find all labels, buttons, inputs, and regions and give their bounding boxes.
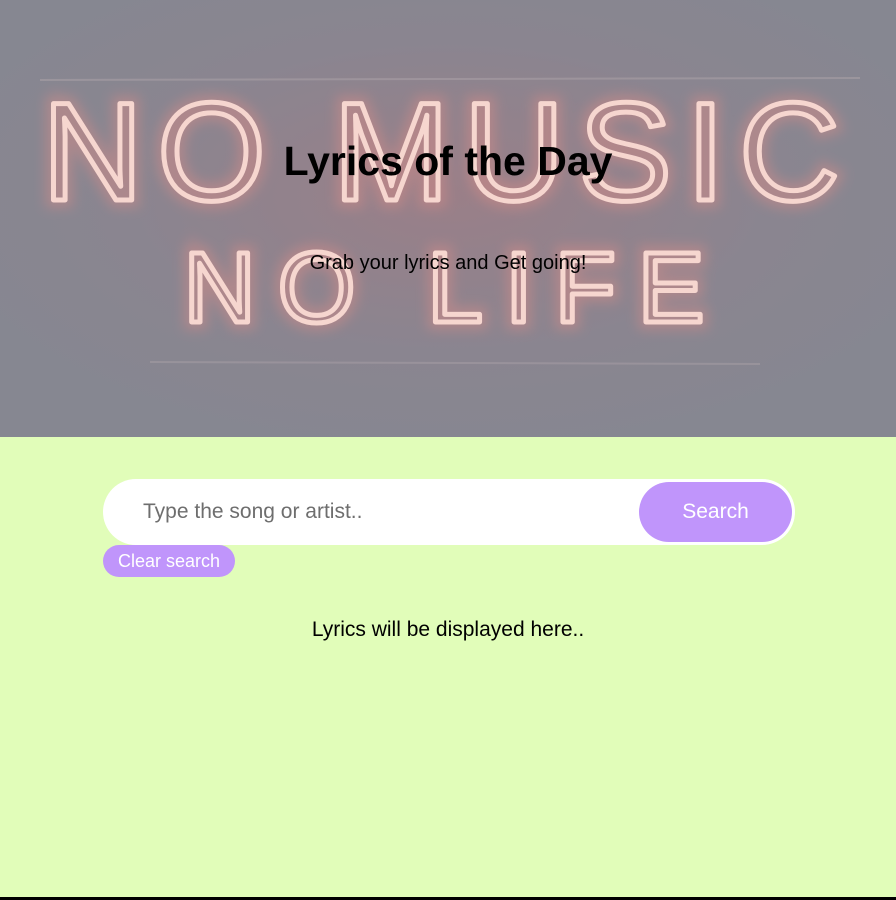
neon-sign-image: NO MUSIC NO LIFE NO MUSIC NO LIFE <box>0 0 896 437</box>
hero-banner: NO MUSIC NO LIFE NO MUSIC NO LIFE Lyrics… <box>0 0 896 437</box>
search-input[interactable] <box>143 479 623 545</box>
page-title: Lyrics of the Day <box>283 138 613 184</box>
lyrics-display: Lyrics will be displayed here.. <box>311 618 585 641</box>
clear-search-button[interactable]: Clear search <box>103 545 235 577</box>
neon-line-2: NO LIFE <box>184 232 727 344</box>
page-subtitle: Grab your lyrics and Get going! <box>309 252 587 274</box>
search-button[interactable]: Search <box>639 482 792 542</box>
search-bar: Search <box>103 479 795 545</box>
